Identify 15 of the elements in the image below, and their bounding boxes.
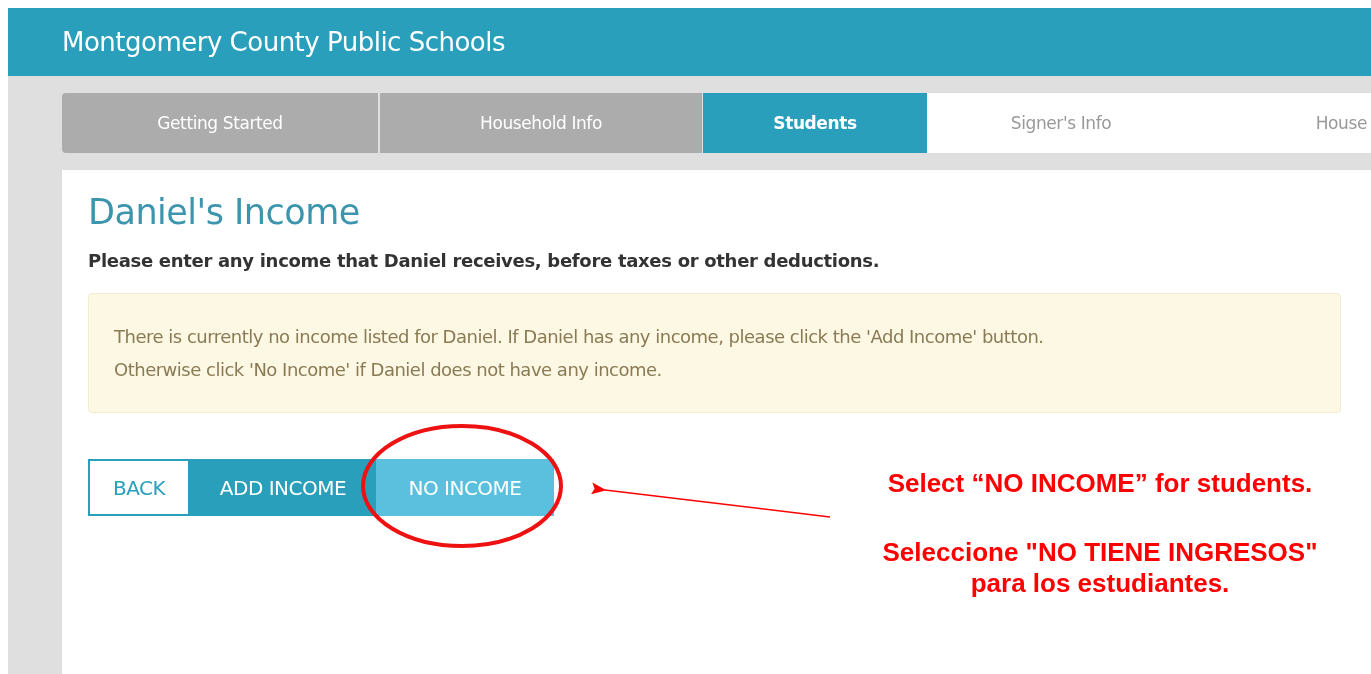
- annotation-text: para los estudiantes.: [970, 568, 1230, 599]
- step-tab[interactable]: Household Info: [380, 93, 702, 153]
- annotation-text: Seleccione "NO TIENE INGRESOS": [882, 537, 1318, 568]
- instruction-text: Please enter any income that Daniel receives, before taxes or other deductions.: [88, 250, 881, 271]
- step-tab[interactable]: Students: [703, 93, 927, 153]
- step-tab[interactable]: Signer's Info: [927, 93, 1195, 153]
- info-alert: There is currently no income listed for Daniel. If Daniel has any income, please click the 'Add Income' button. Otherwise click 'No Income' if Daniel does not have any income.: [88, 293, 1341, 413]
- page-heading: Daniel's Income: [88, 192, 361, 232]
- site-title: Montgomery County Public Schools: [62, 27, 506, 57]
- action-button[interactable]: BACK: [88, 459, 190, 516]
- action-button[interactable]: NO INCOME: [376, 459, 554, 516]
- step-tab[interactable]: House: [1195, 93, 1371, 153]
- annotation-text: Select “NO INCOME” for students.: [887, 468, 1313, 499]
- action-button[interactable]: ADD INCOME: [190, 459, 376, 516]
- step-tab[interactable]: Getting Started: [62, 93, 378, 153]
